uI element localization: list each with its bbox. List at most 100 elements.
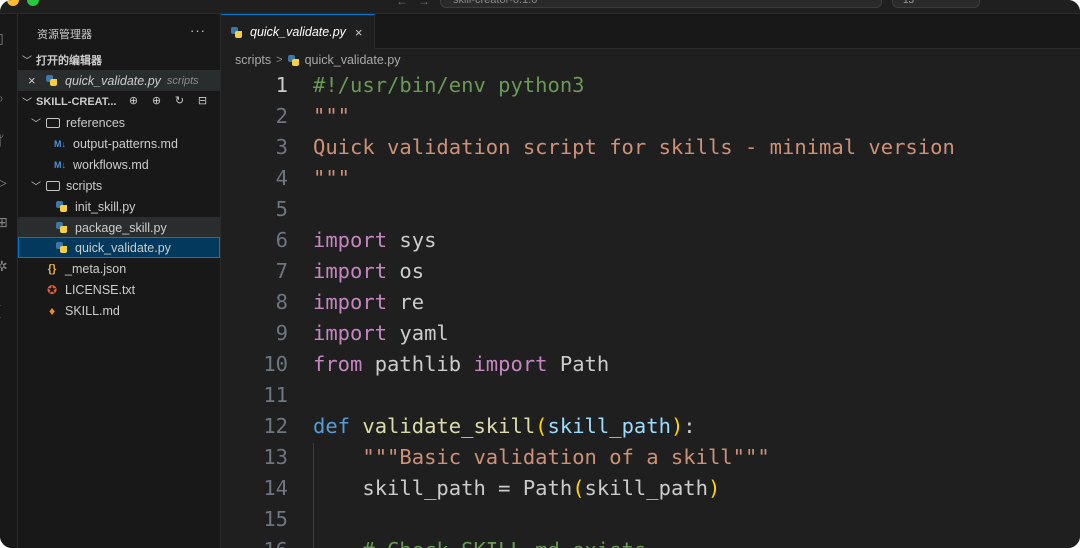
close-icon[interactable]: × — [28, 73, 42, 88]
explorer-files-icon[interactable]: ▯ — [0, 30, 12, 46]
open-editors-section[interactable]: ﹀ 打开的编辑器 — [18, 49, 220, 70]
tree-item-label: LICENSE.txt — [65, 282, 136, 297]
tab-quick-validate[interactable]: quick_validate.py × — [221, 14, 375, 49]
line-number: 11 — [263, 383, 288, 407]
code-token: import — [313, 290, 388, 314]
minimize-button[interactable] — [7, 0, 19, 6]
title-bar-badge[interactable]: 13 — [892, 0, 980, 8]
command-center[interactable]: skill-creator-0.1.0 — [440, 0, 882, 8]
line-number: 16 — [221, 535, 288, 548]
breadcrumb-folder[interactable]: scripts — [235, 53, 271, 67]
line-number: 12 — [263, 414, 288, 438]
collapse-all-icon[interactable]: ⊟ — [195, 95, 209, 108]
code-text: """ — [313, 101, 350, 132]
code-text: skill_path = Path(skill_path) — [313, 473, 720, 504]
code-line[interactable]: 8 import re — [221, 287, 1080, 318]
code-token: os — [387, 259, 425, 283]
activity-bar: ▯ ⌕ ᛘ ▷ ⊞ ✲ { — [0, 14, 18, 548]
python-file-icon — [231, 26, 242, 38]
code-token: """Basic validation of a skill""" — [362, 445, 770, 469]
code-text: from pathlib import Path — [313, 349, 609, 380]
code-token: import — [473, 352, 548, 376]
line-number: 15 — [263, 507, 288, 531]
code-text: import os — [313, 256, 424, 287]
license-file-icon: ✪ — [46, 282, 58, 297]
tree-file-package-skill[interactable]: package_skill.py — [18, 217, 220, 238]
json-file-icon: {} — [47, 262, 57, 275]
code-token: skill_path = — [313, 476, 523, 500]
code-token: Path — [547, 352, 610, 376]
python-file-icon — [56, 201, 67, 212]
tree-item-label: init_skill.py — [75, 199, 136, 214]
new-file-icon[interactable]: ⊕ — [126, 95, 140, 108]
tree-item-label: quick_validate.py — [75, 240, 171, 255]
tree-file-quick-validate[interactable]: quick_validate.py — [18, 237, 220, 258]
tree-folder-references[interactable]: ﹀ references — [18, 112, 220, 133]
tree-file-workflows[interactable]: M↓ workflows.md — [18, 154, 220, 175]
tree-file-skill-md[interactable]: ♦ SKILL.md — [18, 300, 220, 321]
code-text: import re — [313, 287, 424, 318]
search-icon[interactable]: ⌕ — [0, 90, 12, 106]
forward-arrow-icon[interactable]: → — [418, 0, 430, 8]
line-number: 3 — [275, 135, 288, 159]
back-arrow-icon[interactable]: ← — [396, 0, 408, 8]
code-token: skill_path — [584, 476, 708, 500]
more-actions-icon[interactable]: ··· — [190, 23, 206, 38]
code-line[interactable]: 5 — [221, 194, 1080, 225]
maximize-button[interactable] — [27, 0, 39, 6]
code-line[interactable]: 10 from pathlib import Path — [221, 349, 1080, 380]
code-line[interactable]: 16 # Check SKILL.md exists — [221, 535, 1080, 548]
tree-file-output-patterns[interactable]: M↓ output-patterns.md — [18, 133, 220, 154]
run-debug-icon[interactable]: ▷ — [0, 174, 12, 190]
settings-gear-icon[interactable]: ✲ — [0, 258, 12, 274]
chevron-down-icon: ﹀ — [22, 98, 32, 109]
python-file-icon — [287, 54, 299, 66]
code-line[interactable]: 13 """Basic validation of a skill""" — [221, 442, 1080, 473]
breadcrumb-file[interactable]: quick_validate.py — [305, 53, 401, 67]
code-editor[interactable]: 1 #!/usr/bin/env python3 2 """ 3 Quick valida… — [221, 71, 1080, 548]
python-file-icon — [56, 222, 67, 233]
extensions-icon[interactable]: ⊞ — [0, 214, 12, 230]
code-line[interactable]: 2 """ — [221, 101, 1080, 132]
line-number: 5 — [275, 197, 288, 221]
folder-icon — [46, 117, 60, 128]
code-text: # Check SKILL.md exists — [313, 535, 646, 548]
tree-file-init-skill[interactable]: init_skill.py — [18, 196, 220, 217]
open-editor-filename: quick_validate.py — [65, 73, 161, 88]
code-line[interactable]: 15 — [221, 504, 1080, 535]
code-text: """ — [313, 163, 350, 194]
source-control-icon[interactable]: ᛘ — [0, 132, 12, 148]
code-line[interactable]: 9 import yaml — [221, 318, 1080, 349]
tree-file-meta-json[interactable]: {} _meta.json — [18, 258, 220, 279]
explorer-sidebar: 资源管理器 ··· ﹀ 打开的编辑器 × quick_validate.py s… — [18, 14, 221, 548]
project-section[interactable]: ﹀ SKILL-CREAT... ⊕ ⊕ ↻ ⊟ — [18, 91, 220, 112]
open-editor-item[interactable]: × quick_validate.py scripts — [18, 70, 220, 91]
line-number: 7 — [275, 259, 288, 283]
close-icon[interactable]: × — [355, 25, 363, 40]
tree-item-label: references — [66, 115, 126, 130]
code-line[interactable]: 1 #!/usr/bin/env python3 — [221, 71, 1080, 101]
braces-icon[interactable]: { — [0, 302, 12, 318]
line-number: 4 — [275, 166, 288, 190]
tree-folder-scripts[interactable]: ﹀ scripts — [18, 175, 220, 196]
open-editor-folder: scripts — [166, 74, 199, 87]
code-token: skill_path — [547, 414, 671, 438]
title-bar: ← → skill-creator-0.1.0 13 — [0, 0, 1080, 14]
code-line[interactable]: 14 skill_path = Path(skill_path) — [221, 473, 1080, 504]
code-line[interactable]: 12 def validate_skill(skill_path): — [221, 411, 1080, 442]
code-line[interactable]: 6 import sys — [221, 225, 1080, 256]
refresh-icon[interactable]: ↻ — [172, 95, 186, 108]
tree-item-label: package_skill.py — [75, 220, 167, 235]
tree-item-label: output-patterns.md — [73, 136, 178, 151]
code-line[interactable]: 3 Quick validation script for skills - mi… — [221, 132, 1080, 163]
line-number: 6 — [275, 228, 288, 252]
line-number: 9 — [275, 321, 288, 345]
code-line[interactable]: 4 """ — [221, 163, 1080, 194]
new-folder-icon[interactable]: ⊕ — [149, 95, 163, 108]
markdown-file-icon: M↓ — [54, 138, 66, 149]
code-line[interactable]: 7 import os — [221, 256, 1080, 287]
code-line[interactable]: 11 — [221, 380, 1080, 411]
code-token: yaml — [387, 321, 449, 345]
code-token: sys — [387, 228, 437, 252]
tree-file-license[interactable]: ✪ LICENSE.txt — [18, 279, 220, 300]
